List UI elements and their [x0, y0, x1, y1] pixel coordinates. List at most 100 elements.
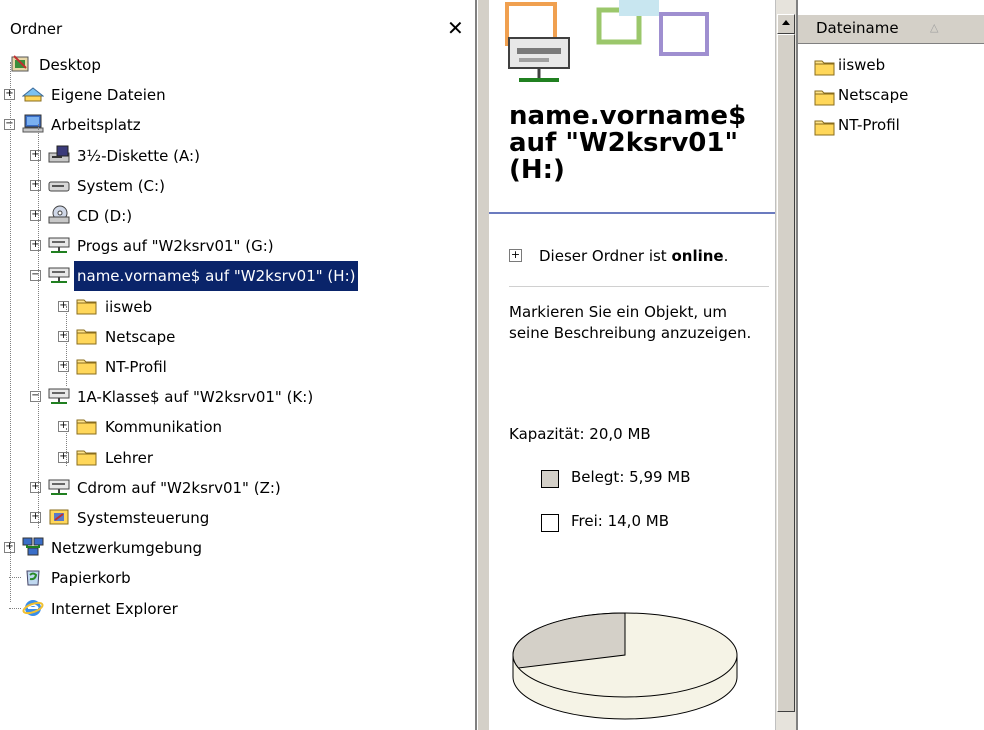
expand-icon[interactable]: +	[30, 179, 41, 191]
file-list-pane: Dateiname △ iisweb Netscape NT-Profil	[796, 0, 984, 730]
used-space-label: Belegt: 5,99 MB	[571, 468, 691, 486]
scroll-thumb[interactable]	[777, 34, 795, 712]
vertical-scrollbar[interactable]	[775, 0, 796, 730]
tree-item-label[interactable]: Internet Explorer	[48, 594, 181, 624]
tree-item[interactable]: + Systemsteuerung	[0, 503, 477, 533]
list-item-label: NT-Profil	[838, 116, 900, 134]
hard-drive-icon	[48, 175, 70, 195]
scroll-up-button[interactable]	[777, 14, 795, 34]
tree-item[interactable]: + iisweb	[0, 292, 477, 322]
folder-banner-graphic	[505, 0, 709, 82]
network-drive-icon	[48, 477, 70, 497]
folder-icon	[76, 447, 98, 467]
folder-icon	[76, 356, 98, 376]
online-suffix: .	[723, 247, 729, 265]
folder-icon	[814, 57, 836, 85]
folder-icon	[814, 117, 836, 145]
tree-item-label[interactable]: Systemsteuerung	[74, 503, 212, 533]
expand-icon[interactable]: +	[30, 512, 41, 523]
control-panel-icon	[48, 507, 70, 527]
tree-item-label[interactable]: System (C:)	[74, 171, 168, 201]
title-divider	[489, 212, 775, 214]
expand-icon[interactable]: +	[58, 421, 69, 433]
network-drive-icon	[48, 265, 70, 285]
tree-item-label[interactable]: 1A-Klasse$ auf "W2ksrv01" (K:)	[74, 382, 316, 412]
tree-item-label[interactable]: 3½-Diskette (A:)	[74, 141, 203, 171]
expand-icon[interactable]: +	[30, 240, 41, 252]
cd-drive-icon	[48, 205, 70, 225]
expand-icon[interactable]: +	[58, 361, 69, 372]
tree-connector	[66, 306, 67, 386]
folder-pane-header: Ordner ✕	[0, 14, 477, 48]
tree-item-label[interactable]: Netscape	[102, 322, 178, 352]
close-icon[interactable]: ✕	[447, 16, 464, 40]
tree-item[interactable]: + CD (D:)	[0, 201, 477, 231]
tree-item-label[interactable]: Eigene Dateien	[48, 80, 169, 110]
floppy-drive-icon	[48, 145, 70, 165]
tree-item-label[interactable]: CD (D:)	[74, 201, 135, 231]
tree-item[interactable]: − Arbeitsplatz	[0, 110, 477, 140]
tree-item-label[interactable]: Lehrer	[102, 443, 156, 473]
tree-item[interactable]: + Cdrom auf "W2ksrv01" (Z:)	[0, 473, 477, 503]
tree-item[interactable]: Internet Explorer	[0, 594, 477, 624]
column-header-label: Dateiname	[816, 19, 899, 37]
sort-ascending-icon: △	[930, 21, 939, 34]
column-header-filename[interactable]: Dateiname △	[798, 14, 984, 44]
tree-connector	[38, 124, 39, 528]
expand-icon[interactable]: +	[30, 481, 41, 493]
collapse-icon[interactable]: −	[30, 270, 41, 282]
network-places-icon	[22, 537, 44, 557]
tree-item-label[interactable]: name.vorname$ auf "W2ksrv01" (H:)	[74, 261, 359, 292]
internet-explorer-icon	[22, 598, 44, 618]
tree-item[interactable]: + System (C:)	[0, 171, 477, 201]
tree-item-label[interactable]: NT-Profil	[102, 352, 170, 382]
tree-item[interactable]: + Progs auf "W2ksrv01" (G:)	[0, 231, 477, 261]
list-item-label: Netscape	[838, 86, 909, 104]
online-prefix: Dieser Ordner ist	[539, 247, 672, 265]
tree-item-label[interactable]: Netzwerkumgebung	[48, 533, 205, 563]
free-swatch	[541, 514, 559, 532]
network-drive-icon	[48, 235, 70, 255]
tree-item[interactable]: +3½-Diskette (A:)	[0, 141, 477, 171]
tree-item[interactable]: Papierkorb	[0, 563, 477, 593]
tree-item[interactable]: + Lehrer	[0, 443, 477, 473]
tree-item-label[interactable]: Desktop	[36, 50, 104, 80]
expand-icon[interactable]: +	[58, 451, 69, 463]
my-documents-icon	[21, 84, 45, 104]
used-swatch	[541, 470, 559, 488]
capacity-label: Kapazität: 20,0 MB	[509, 425, 651, 443]
tree-connector	[9, 607, 21, 609]
expand-icon[interactable]: +	[30, 210, 41, 221]
tree-item-label[interactable]: Arbeitsplatz	[48, 110, 144, 140]
tree-item[interactable]: Desktop	[0, 50, 477, 80]
tree-item[interactable]: + Kommunikation	[0, 412, 477, 442]
network-drive-large-icon	[508, 37, 570, 82]
tree-item[interactable]: − 1A-Klasse$ auf "W2ksrv01" (K:)	[0, 382, 477, 412]
tree-item[interactable]: + Eigene Dateien	[0, 80, 477, 110]
tree-item-label[interactable]: Cdrom auf "W2ksrv01" (Z:)	[74, 473, 284, 503]
collapse-icon[interactable]: −	[30, 391, 41, 403]
tree-item[interactable]: + Netzwerkumgebung	[0, 533, 477, 563]
disk-usage-pie	[512, 612, 738, 720]
tree-item-label[interactable]: Progs auf "W2ksrv01" (G:)	[74, 231, 277, 261]
tree-item-label[interactable]: Kommunikation	[102, 412, 225, 442]
recycle-bin-icon	[22, 567, 44, 587]
my-computer-icon	[22, 114, 44, 134]
expand-icon[interactable]: +	[58, 300, 69, 312]
tree-item[interactable]: + Netscape	[0, 322, 477, 352]
expand-icon[interactable]: +	[30, 149, 41, 161]
pane-splitter[interactable]	[477, 0, 489, 730]
desktop-icon	[10, 54, 32, 74]
folder-icon	[76, 416, 98, 436]
list-item-label: iisweb	[838, 56, 886, 74]
tree-item[interactable]: + NT-Profil	[0, 352, 477, 382]
folder-tree-pane: Ordner ✕ Desktop + Eigene Dateien − Arbeitsp…	[0, 0, 477, 730]
folder-icon	[76, 326, 98, 346]
expand-icon[interactable]: +	[58, 330, 69, 342]
drive-title: name.vorname$ auf "W2ksrv01" (H:)	[509, 101, 747, 185]
tree-item[interactable]: − name.vorname$ auf "W2ksrv01" (H:)	[0, 261, 477, 292]
tree-item-label[interactable]: iisweb	[102, 292, 155, 322]
expand-icon[interactable]: +	[509, 249, 522, 262]
tree-item-label[interactable]: Papierkorb	[48, 563, 134, 593]
tree-connector	[10, 62, 11, 602]
